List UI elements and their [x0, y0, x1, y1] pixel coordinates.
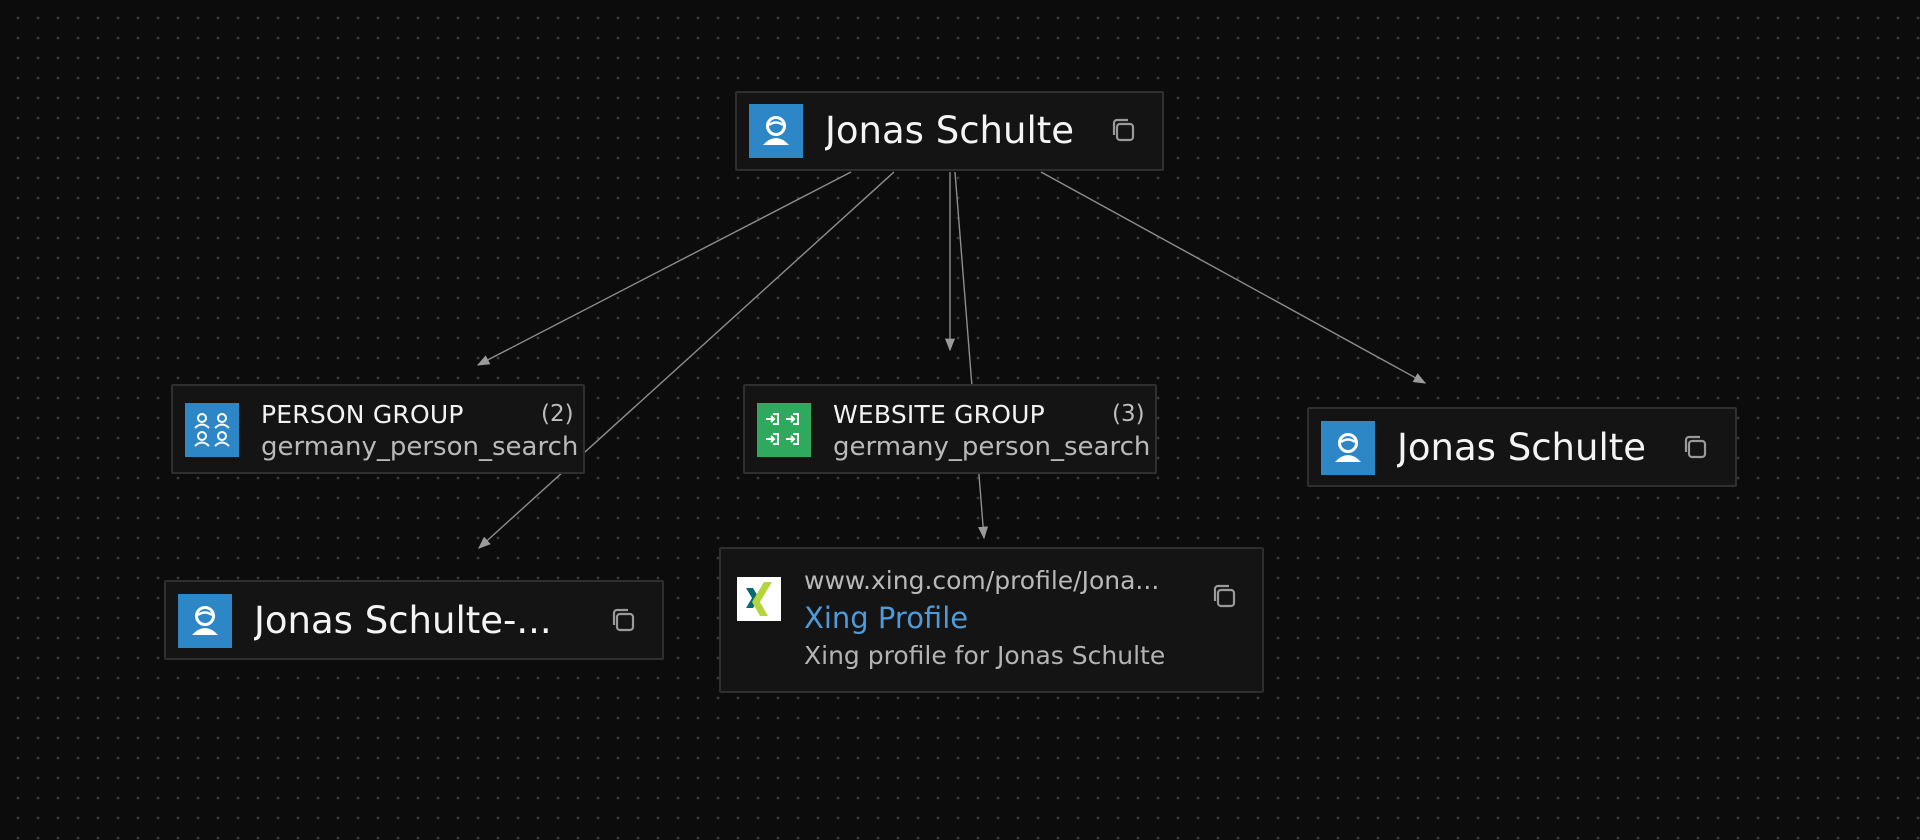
website-group-title: WEBSITE GROUP: [833, 400, 1045, 429]
person-icon: [1321, 421, 1375, 475]
copy-icon[interactable]: [1680, 432, 1710, 462]
people-group-icon: [185, 403, 239, 457]
xing-website-node[interactable]: www.xing.com/profile/Jona... Xing Profil…: [719, 547, 1264, 693]
edge-root-to-xing: [954, 171, 989, 540]
person-group-subtitle: germany_person_search: [261, 432, 579, 462]
website-group-icon: [757, 403, 811, 457]
person-icon: [749, 104, 803, 158]
person-right-name: Jonas Schulte: [1397, 426, 1646, 469]
edge-root-to-person-bottom: [478, 171, 895, 549]
copy-icon[interactable]: [608, 605, 638, 635]
person-bottom-node[interactable]: Jonas Schulte-...: [164, 580, 664, 660]
xing-profile-description: Xing profile for Jonas Schulte: [804, 641, 1166, 670]
xing-profile-url[interactable]: www.xing.com/profile/Jona...: [804, 566, 1159, 595]
person-icon: [178, 594, 232, 648]
person-bottom-name: Jonas Schulte-...: [254, 599, 552, 642]
copy-icon[interactable]: [1108, 115, 1138, 145]
root-person-node[interactable]: Jonas Schulte: [735, 91, 1164, 171]
root-person-name: Jonas Schulte: [825, 109, 1074, 152]
graph-canvas[interactable]: Jonas Schulte PERSON GROUP (2) germany_p…: [0, 0, 1920, 840]
person-group-count: (2): [541, 401, 574, 427]
edge-root-to-person-group: [476, 171, 852, 366]
website-group-count: (3): [1112, 401, 1145, 427]
edge-root-to-person-right: [1040, 171, 1427, 384]
xing-profile-title[interactable]: Xing Profile: [804, 601, 968, 635]
xing-logo-icon: [737, 577, 781, 621]
person-group-node[interactable]: PERSON GROUP (2) germany_person_search: [171, 384, 585, 474]
website-group-node[interactable]: WEBSITE GROUP (3) germany_person_search: [743, 384, 1157, 474]
person-right-node[interactable]: Jonas Schulte: [1307, 407, 1737, 487]
copy-icon[interactable]: [1209, 581, 1239, 611]
website-group-subtitle: germany_person_search: [833, 432, 1151, 462]
person-group-title: PERSON GROUP: [261, 400, 464, 429]
